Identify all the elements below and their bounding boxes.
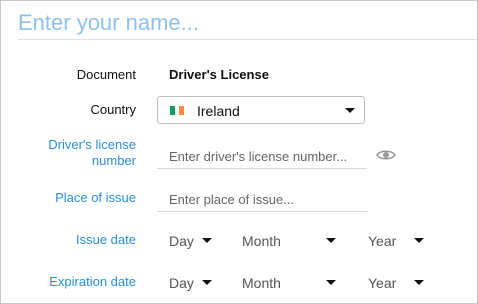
issue-year-value: Year [368,233,397,249]
license-number-label: Driver's license number [48,137,136,169]
eye-icon[interactable] [376,148,396,162]
document-label: Document [76,67,136,82]
expiration-day-value: Day [169,275,194,291]
name-field-wrapper [18,9,477,40]
expiration-month-value: Month [242,275,281,291]
license-number-label-line2: number [91,153,136,168]
issue-year-select[interactable]: Year [368,230,428,254]
expiration-month-select[interactable]: Month [242,272,342,296]
issue-day-value: Day [169,233,194,249]
chevron-down-icon [202,238,212,243]
license-number-input[interactable] [157,145,367,169]
expiration-year-select[interactable]: Year [368,272,428,296]
chevron-down-icon [326,280,336,285]
issue-day-select[interactable]: Day [169,230,215,254]
issue-month-value: Month [242,233,281,249]
expiration-year-value: Year [368,275,397,291]
chevron-down-icon [414,280,424,285]
expiration-date-label: Expiration date [49,274,136,289]
expiration-day-select[interactable]: Day [169,272,215,296]
issue-date-label: Issue date [76,232,136,247]
license-number-label-line1: Driver's license [48,137,136,152]
place-of-issue-label: Place of issue [55,190,136,205]
ireland-flag-icon [170,106,185,115]
name-input[interactable] [18,9,477,37]
country-select[interactable]: Ireland [157,96,365,124]
country-value: Ireland [197,103,240,119]
chevron-down-icon [414,238,424,243]
issue-month-select[interactable]: Month [242,230,342,254]
document-value: Driver's License [169,67,269,82]
chevron-down-icon [345,108,355,113]
chevron-down-icon [202,280,212,285]
country-label: Country [90,102,136,117]
id-form: Document Driver's License Country Irelan… [0,0,478,304]
chevron-down-icon [326,238,336,243]
place-of-issue-input[interactable] [157,187,367,212]
